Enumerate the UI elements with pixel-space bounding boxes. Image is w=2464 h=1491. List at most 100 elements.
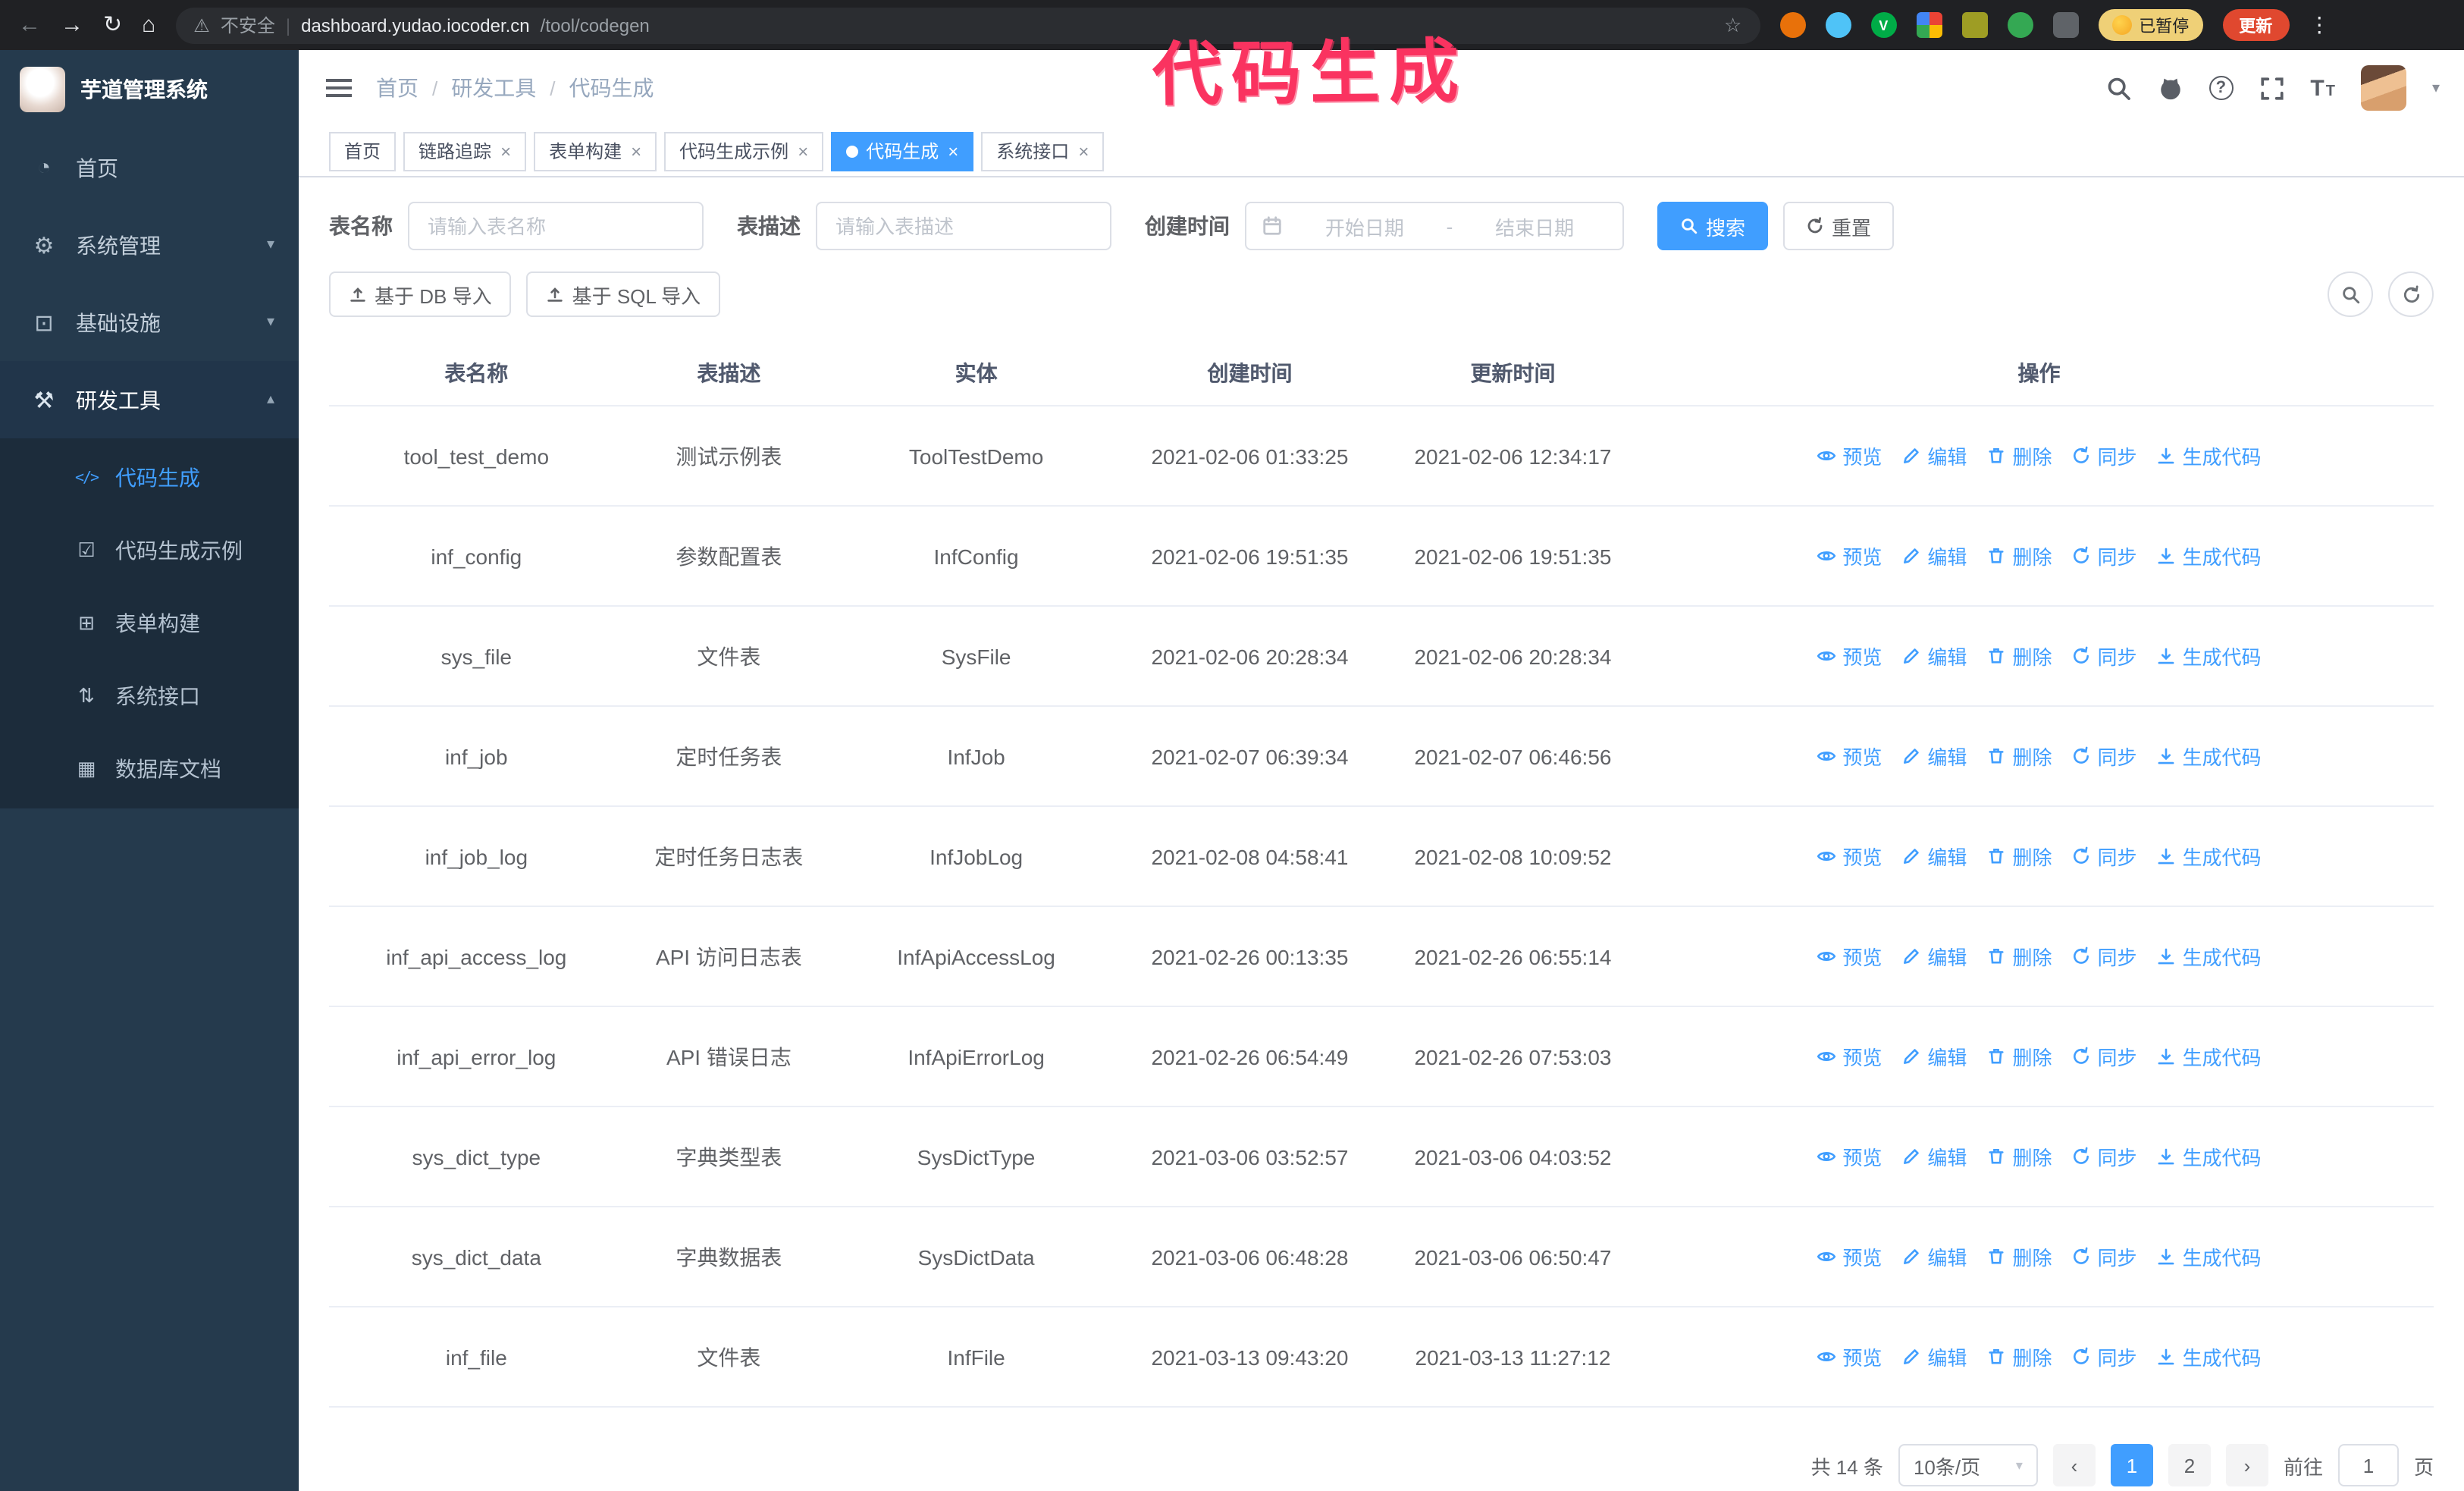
sync-button[interactable]: 同步: [2071, 1342, 2137, 1371]
extension-icon[interactable]: [2007, 12, 2033, 38]
generate-code-button[interactable]: 生成代码: [2157, 942, 2262, 971]
delete-button[interactable]: 删除: [1986, 1242, 2052, 1271]
browser-back-icon[interactable]: ←: [18, 14, 41, 36]
end-date-input[interactable]: 结束日期: [1462, 212, 1607, 240]
sidebar-item-home[interactable]: ◔ 首页: [0, 129, 299, 206]
extensions-puzzle-icon[interactable]: [2052, 12, 2079, 38]
preview-button[interactable]: 预览: [1817, 1042, 1882, 1071]
generate-code-button[interactable]: 生成代码: [2157, 1242, 2262, 1271]
breadcrumb-devtools[interactable]: 研发工具: [451, 73, 536, 103]
extension-icon[interactable]: [1961, 12, 1988, 38]
extension-icon[interactable]: [1779, 12, 1806, 38]
edit-button[interactable]: 编辑: [1901, 1042, 1967, 1071]
extension-icon[interactable]: V: [1870, 12, 1897, 38]
sync-button[interactable]: 同步: [2071, 942, 2137, 971]
sidebar-item-form-builder[interactable]: ⊞ 表单构建: [0, 587, 299, 660]
preview-button[interactable]: 预览: [1817, 541, 1882, 570]
prev-page-button[interactable]: ‹: [2052, 1444, 2096, 1486]
sync-button[interactable]: 同步: [2071, 642, 2137, 670]
preview-button[interactable]: 预览: [1817, 742, 1882, 771]
sync-button[interactable]: 同步: [2071, 1042, 2137, 1071]
import-sql-button[interactable]: 基于 SQL 导入: [526, 272, 721, 317]
user-avatar[interactable]: [2360, 65, 2406, 111]
delete-button[interactable]: 删除: [1986, 942, 2052, 971]
sync-button[interactable]: 同步: [2071, 742, 2137, 771]
sidebar-item-system-api[interactable]: ⇅ 系统接口: [0, 660, 299, 733]
table-desc-input[interactable]: [816, 202, 1111, 250]
delete-button[interactable]: 删除: [1986, 642, 2052, 670]
import-db-button[interactable]: 基于 DB 导入: [329, 272, 512, 317]
date-range-picker[interactable]: 开始日期 - 结束日期: [1245, 202, 1624, 250]
generate-code-button[interactable]: 生成代码: [2157, 742, 2262, 771]
preview-button[interactable]: 预览: [1817, 1142, 1882, 1171]
browser-forward-icon[interactable]: →: [61, 14, 83, 36]
extension-icon[interactable]: [1825, 12, 1851, 38]
tab-system-api[interactable]: 系统接口 ×: [981, 131, 1105, 171]
sidebar-item-codegen[interactable]: </> 代码生成: [0, 441, 299, 514]
delete-button[interactable]: 删除: [1986, 541, 2052, 570]
preview-button[interactable]: 预览: [1817, 942, 1882, 971]
generate-code-button[interactable]: 生成代码: [2157, 541, 2262, 570]
page-2-button[interactable]: 2: [2168, 1444, 2211, 1486]
sidebar-item-devtools[interactable]: ⚒ 研发工具 ▴: [0, 361, 299, 438]
close-icon[interactable]: ×: [500, 140, 511, 162]
app-logo[interactable]: 芋道管理系统: [0, 50, 299, 129]
generate-code-button[interactable]: 生成代码: [2157, 1142, 2262, 1171]
help-icon[interactable]: ?: [2209, 76, 2234, 100]
sync-button[interactable]: 同步: [2071, 1242, 2137, 1271]
delete-button[interactable]: 删除: [1986, 742, 2052, 771]
page-size-select[interactable]: 10条/页 ▾: [1898, 1444, 2038, 1486]
sync-button[interactable]: 同步: [2071, 441, 2137, 470]
generate-code-button[interactable]: 生成代码: [2157, 1042, 2262, 1071]
search-button[interactable]: 搜索: [1657, 202, 1769, 250]
generate-code-button[interactable]: 生成代码: [2157, 441, 2262, 470]
tab-trace[interactable]: 链路追踪 ×: [403, 131, 527, 171]
sync-button[interactable]: 同步: [2071, 842, 2137, 871]
search-icon[interactable]: [2105, 75, 2131, 101]
tab-form-builder[interactable]: 表单构建 ×: [534, 131, 657, 171]
breadcrumb-home[interactable]: 首页: [376, 73, 419, 103]
delete-button[interactable]: 删除: [1986, 441, 2052, 470]
table-name-input[interactable]: [408, 202, 704, 250]
fullscreen-icon[interactable]: [2259, 75, 2284, 101]
sidebar-item-db-docs[interactable]: ▦ 数据库文档: [0, 733, 299, 805]
tab-home[interactable]: 首页: [329, 131, 397, 171]
edit-button[interactable]: 编辑: [1901, 1242, 1967, 1271]
delete-button[interactable]: 删除: [1986, 1042, 2052, 1071]
close-icon[interactable]: ×: [798, 140, 808, 162]
font-size-icon[interactable]: TT: [2310, 75, 2335, 101]
chrome-menu-icon[interactable]: ⋮: [2309, 12, 2330, 38]
preview-button[interactable]: 预览: [1817, 842, 1882, 871]
generate-code-button[interactable]: 生成代码: [2157, 642, 2262, 670]
address-bar[interactable]: ⚠ 不安全 | dashboard.yudao.iocoder.cn/tool/…: [175, 7, 1760, 43]
browser-home-icon[interactable]: ⌂: [142, 14, 155, 36]
edit-button[interactable]: 编辑: [1901, 942, 1967, 971]
delete-button[interactable]: 删除: [1986, 1342, 2052, 1371]
sidebar-item-codegen-example[interactable]: ☑ 代码生成示例: [0, 514, 299, 587]
preview-button[interactable]: 预览: [1817, 1342, 1882, 1371]
edit-button[interactable]: 编辑: [1901, 642, 1967, 670]
edit-button[interactable]: 编辑: [1901, 541, 1967, 570]
close-icon[interactable]: ×: [948, 140, 958, 162]
page-1-button[interactable]: 1: [2110, 1444, 2153, 1486]
browser-reload-icon[interactable]: ↻: [103, 14, 122, 36]
edit-button[interactable]: 编辑: [1901, 742, 1967, 771]
edit-button[interactable]: 编辑: [1901, 1142, 1967, 1171]
sync-button[interactable]: 同步: [2071, 541, 2137, 570]
chrome-update-button[interactable]: 更新: [2222, 9, 2290, 41]
sync-button[interactable]: 同步: [2071, 1142, 2137, 1171]
extension-icon[interactable]: [1916, 12, 1942, 38]
generate-code-button[interactable]: 生成代码: [2157, 1342, 2262, 1371]
edit-button[interactable]: 编辑: [1901, 441, 1967, 470]
delete-button[interactable]: 删除: [1986, 1142, 2052, 1171]
profile-paused-badge[interactable]: 已暂停: [2098, 9, 2203, 41]
hamburger-icon[interactable]: [326, 79, 352, 97]
reset-button[interactable]: 重置: [1783, 202, 1895, 250]
close-icon[interactable]: ×: [1078, 140, 1089, 162]
github-icon[interactable]: [2157, 75, 2183, 101]
edit-button[interactable]: 编辑: [1901, 1342, 1967, 1371]
delete-button[interactable]: 删除: [1986, 842, 2052, 871]
start-date-input[interactable]: 开始日期: [1292, 212, 1437, 240]
close-icon[interactable]: ×: [631, 140, 641, 162]
search-toggle-button[interactable]: [2328, 272, 2373, 317]
